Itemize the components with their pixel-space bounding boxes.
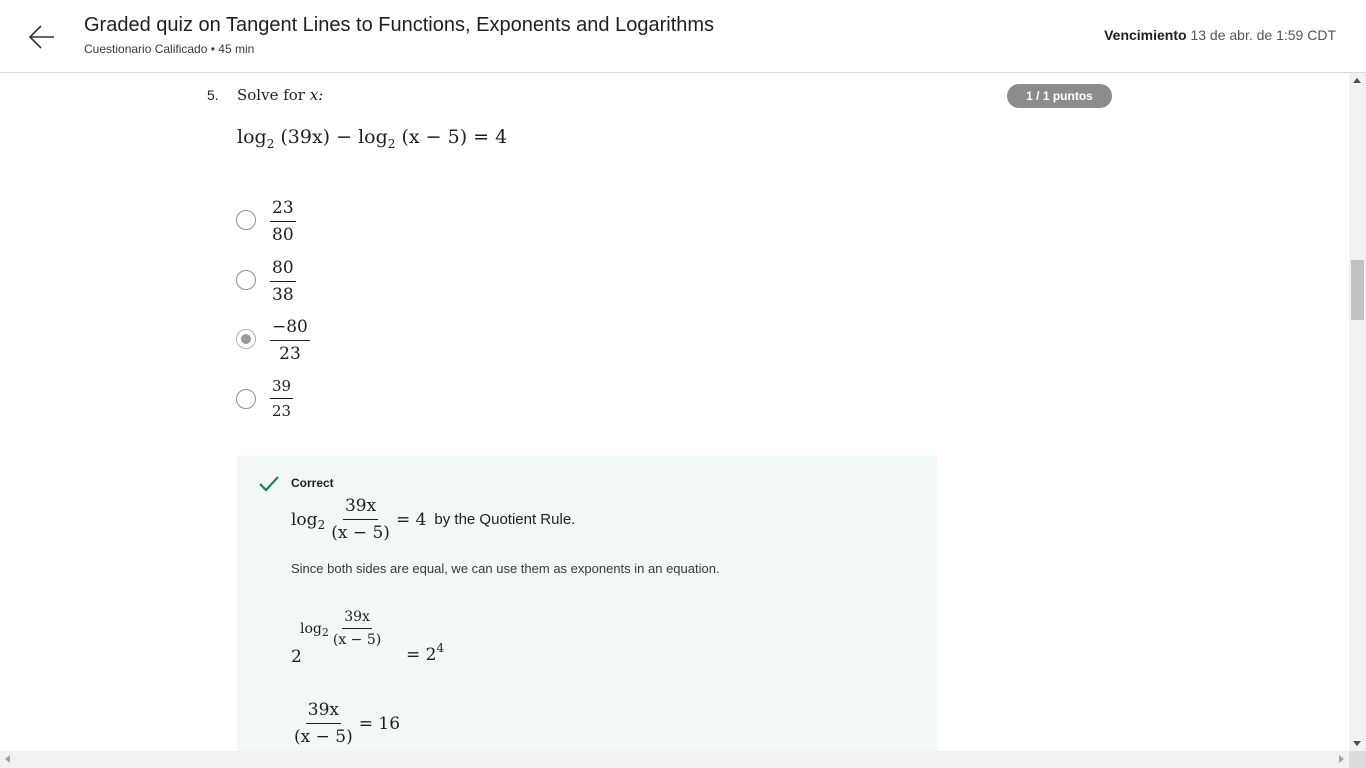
log-base: 2 [387, 137, 396, 151]
log-base: 2 [317, 517, 326, 532]
scroll-down-icon[interactable] [1353, 741, 1361, 746]
log-base: 2 [266, 137, 275, 151]
check-icon [259, 476, 279, 492]
fraction-denominator: (x − 5) [331, 523, 390, 543]
fraction-denominator: 23 [279, 344, 301, 364]
solution-step-2: 2 log 2 39x (x − 5) = 24 [291, 609, 591, 669]
fraction: 39x (x − 5) [331, 496, 390, 543]
fraction: 39x (x − 5) [333, 609, 381, 648]
radio-button-selected[interactable] [236, 329, 256, 349]
feedback-panel: Correct log 2 39x (x − 5) = 4 by the Quot… [237, 456, 937, 751]
fraction-numerator: −80 [270, 317, 310, 341]
page-title: Graded quiz on Tangent Lines to Function… [84, 14, 715, 36]
option-fraction: 23 80 [270, 198, 296, 245]
exponent-expression: log 2 39x (x − 5) [300, 609, 381, 648]
fraction-denominator: 38 [272, 285, 294, 305]
page-header: Graded quiz on Tangent Lines to Function… [0, 0, 1366, 73]
log-term: log [358, 126, 388, 148]
due-label: Vencimiento [1104, 27, 1187, 43]
scroll-right-icon[interactable] [1339, 755, 1344, 763]
rhs-exponent: 4 [436, 641, 445, 655]
horizontal-scrollbar[interactable] [0, 751, 1349, 768]
arrow-left-icon [28, 25, 54, 49]
log-base: 2 [321, 626, 329, 639]
minus-sign: − [336, 126, 353, 148]
feedback-status: Correct [291, 476, 334, 490]
scrollbar-thumb[interactable] [1351, 260, 1364, 320]
due-value: 13 de abr. de 1:59 CDT [1190, 27, 1336, 43]
due-date: Vencimiento 13 de abr. de 1:59 CDT [1104, 27, 1336, 43]
fraction-numerator: 23 [270, 198, 296, 222]
fraction-denominator: (x − 5) [332, 632, 382, 648]
scroll-up-icon[interactable] [1353, 78, 1361, 83]
vertical-scrollbar[interactable] [1349, 73, 1366, 751]
prompt-variable: x: [309, 86, 324, 104]
quiz-subtitle: Cuestionario Calificado • 45 min [84, 42, 255, 56]
option-fraction: −80 23 [270, 317, 310, 364]
scrollbar-corner [1349, 751, 1366, 768]
radio-button[interactable] [236, 389, 256, 409]
prompt-text: Solve for [237, 86, 305, 104]
log-argument: (x − 5) [401, 126, 468, 148]
fraction-numerator: 80 [270, 258, 296, 282]
question-number: 5. [207, 87, 219, 103]
solution-step-1: log 2 39x (x − 5) = 4 by the Quotient Rul… [291, 496, 575, 543]
rhs-base: = 2 [406, 645, 437, 665]
fraction-denominator: 23 [272, 402, 292, 420]
rule-explanation: by the Quotient Rule. [434, 511, 576, 528]
equation-rhs: = 16 [358, 713, 401, 734]
back-button[interactable] [27, 22, 57, 52]
fraction-denominator: 80 [272, 225, 294, 245]
exponent-base: 2 [291, 647, 302, 667]
fraction-numerator: 39 [270, 377, 294, 399]
radio-button[interactable] [236, 270, 256, 290]
log-term: log [291, 509, 318, 530]
fraction-denominator: (x − 5) [294, 727, 353, 747]
scroll-left-icon[interactable] [5, 755, 10, 763]
log-argument: (39x) [280, 126, 331, 148]
log-term: log [300, 620, 322, 637]
solution-step-3: 39x (x − 5) = 16 [291, 700, 400, 747]
question-equation: log2 (39x) − log2 (x − 5) = 4 [237, 126, 508, 151]
fraction: 39x (x − 5) [294, 700, 353, 747]
equation-rhs: = 24 [406, 641, 444, 665]
log-term: log [237, 126, 267, 148]
points-badge: 1 / 1 puntos [1007, 84, 1112, 108]
fraction-numerator: 39x [342, 496, 379, 520]
fraction-numerator: 39x [342, 609, 372, 629]
equation-rhs: = 4 [395, 509, 427, 530]
option-fraction: 80 38 [270, 258, 296, 305]
equation-rhs: = 4 [473, 126, 508, 148]
explanation-text: Since both sides are equal, we can use t… [291, 561, 720, 576]
option-fraction: 39 23 [270, 377, 294, 420]
radio-button[interactable] [236, 210, 256, 230]
question-prompt: Solve for x: [237, 86, 323, 104]
fraction-numerator: 39x [305, 700, 341, 724]
